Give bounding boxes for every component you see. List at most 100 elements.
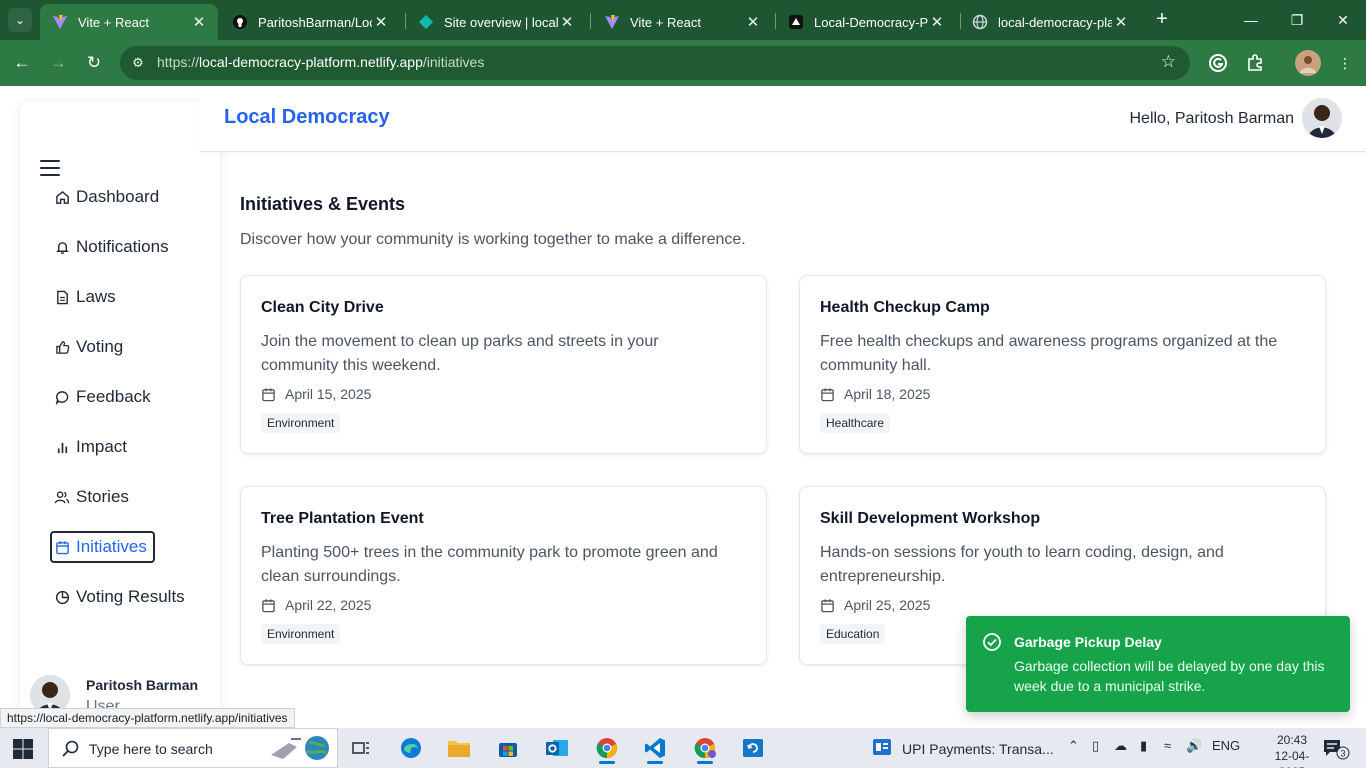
card-description: Free health checkups and awareness progr… (820, 333, 1278, 374)
tab-title: ParitoshBarman/Local (258, 14, 372, 30)
usb-device-icon[interactable]: ▯ (1092, 738, 1099, 754)
taskbar-news-widget[interactable]: UPI Payments: Transa... (872, 738, 1054, 759)
github-icon (232, 14, 248, 30)
wifi-icon[interactable]: ≈ (1164, 738, 1171, 753)
bar-chart-icon (54, 439, 70, 455)
close-tab-icon[interactable]: ✕ (190, 13, 208, 31)
speaker-volume-icon[interactable]: 🔊 (1186, 738, 1202, 754)
url-scheme: https:// (157, 54, 200, 70)
search-highlight-icon (267, 733, 331, 768)
browser-tab[interactable]: Site overview | local-d ✕ (406, 4, 586, 40)
browser-tab[interactable]: Vite + React ✕ (40, 4, 218, 40)
show-hidden-icons-chevron-icon[interactable]: ⌃ (1068, 738, 1079, 754)
browser-tab[interactable]: Local-Democracy-Pla ✕ (776, 4, 956, 40)
card-date-text: April 15, 2025 (285, 386, 372, 402)
clock-date: 12-04-2025 (1274, 749, 1310, 768)
outlook-icon[interactable] (540, 732, 574, 764)
calendar-icon (820, 597, 836, 613)
close-tab-icon[interactable]: ✕ (744, 13, 762, 31)
category-badge: Healthcare (820, 413, 891, 433)
file-explorer-icon[interactable] (442, 732, 476, 764)
notification-count: 3 (1340, 749, 1345, 759)
browser-toolbar: ← → ↻ ⚙ https://local-democracy-platform… (0, 40, 1366, 86)
remote-desktop-icon[interactable] (736, 732, 770, 764)
sidebar-item-dashboard[interactable]: Dashboard (52, 181, 163, 213)
chrome-icon[interactable] (590, 732, 624, 764)
restore-window-icon[interactable]: ❐ (1274, 0, 1320, 40)
chrome-profile-icon[interactable] (688, 732, 722, 764)
card-title: Tree Plantation Event (261, 510, 424, 527)
card-date-text: April 25, 2025 (844, 597, 931, 613)
bookmark-star-icon[interactable]: ☆ (1161, 52, 1176, 72)
sidebar-item-feedback[interactable]: Feedback (52, 381, 155, 413)
extensions-puzzle-icon[interactable] (1242, 50, 1268, 76)
brand-logo-text[interactable]: Local Democracy (224, 106, 390, 129)
category-badge: Environment (261, 413, 341, 433)
close-window-icon[interactable]: ✕ (1320, 0, 1366, 40)
taskbar-clock[interactable]: 20:43 12-04-2025 (1266, 732, 1318, 768)
sidebar-item-notifications[interactable]: Notifications (52, 231, 173, 263)
windows-taskbar: Type here to search UPI Payments: Transa… (0, 728, 1366, 768)
profile-avatar-icon[interactable] (1295, 50, 1321, 76)
toast-notification[interactable]: Garbage Pickup Delay Garbage collection … (966, 616, 1350, 712)
close-tab-icon[interactable]: ✕ (372, 13, 390, 31)
language-indicator[interactable]: ENG (1212, 738, 1240, 753)
battery-icon[interactable]: ▮ (1140, 738, 1147, 754)
home-icon (54, 189, 70, 205)
microsoft-store-icon[interactable] (491, 732, 525, 764)
forward-arrow-icon[interactable]: → (47, 52, 69, 74)
task-view-icon[interactable] (344, 732, 378, 764)
toast-title: Garbage Pickup Delay (1014, 634, 1162, 650)
bell-icon (54, 239, 70, 255)
sidebar-item-label: Feedback (76, 387, 151, 406)
close-tab-icon[interactable]: ✕ (928, 13, 946, 31)
tab-search-menu-icon[interactable]: ⌄ (8, 8, 32, 32)
initiative-card[interactable]: Tree Plantation Event Planting 500+ tree… (240, 486, 767, 665)
vscode-icon[interactable] (638, 732, 672, 764)
card-date: April 15, 2025 (261, 386, 371, 402)
thumbs-up-icon (54, 339, 70, 355)
card-title: Health Checkup Camp (820, 299, 990, 316)
browser-tab[interactable]: local-democracy-platf ✕ (960, 4, 1140, 40)
sidebar-item-label: Initiatives (76, 537, 147, 556)
taskbar-search-box[interactable]: Type here to search (48, 728, 338, 768)
url-host: local-democracy-platform.netlify.app (199, 54, 423, 70)
clock-time: 20:43 (1276, 733, 1308, 747)
browser-tab[interactable]: Vite + React ✕ (592, 4, 772, 40)
notification-center-icon[interactable]: 3 (1322, 738, 1350, 760)
sidebar-item-voting-results[interactable]: Voting Results (52, 581, 189, 613)
news-headline: UPI Payments: Transa... (902, 740, 1054, 757)
close-tab-icon[interactable]: ✕ (1112, 13, 1130, 31)
message-icon (54, 389, 70, 405)
close-tab-icon[interactable]: ✕ (558, 13, 576, 31)
sidebar-item-impact[interactable]: Impact (52, 431, 131, 463)
sidebar-item-stories[interactable]: Stories (52, 481, 133, 513)
reload-icon[interactable]: ↻ (83, 52, 105, 74)
menu-hamburger-icon[interactable] (40, 160, 60, 176)
user-name: Paritosh Barman (86, 677, 199, 693)
browser-tab-bar: ⌄ Vite + React ✕ ParitoshBarman/Local ✕ … (0, 0, 1366, 40)
grammarly-extension-icon[interactable] (1205, 50, 1231, 76)
back-arrow-icon[interactable]: ← (11, 52, 33, 74)
calendar-icon (261, 597, 277, 613)
site-settings-icon[interactable]: ⚙ (128, 53, 148, 73)
new-tab-button[interactable]: + (1150, 8, 1174, 32)
browser-menu-icon[interactable]: ⋮ (1332, 50, 1358, 76)
sidebar-item-laws[interactable]: Laws (52, 281, 120, 313)
initiative-card[interactable]: Clean City Drive Join the movement to cl… (240, 275, 767, 454)
url-text[interactable]: https://local-democracy-platform.netlify… (157, 54, 484, 70)
sidebar-item-initiatives[interactable]: Initiatives (50, 531, 155, 563)
check-circle-icon (982, 632, 1002, 652)
address-bar[interactable]: ⚙ https://local-democracy-platform.netli… (120, 46, 1190, 80)
minimize-window-icon[interactable]: — (1228, 0, 1274, 40)
windows-start-icon[interactable] (12, 738, 34, 760)
globe-icon (972, 14, 988, 30)
avatar[interactable] (1302, 98, 1342, 138)
onedrive-sync-icon[interactable]: ☁ (1114, 738, 1127, 754)
sidebar-item-voting[interactable]: Voting (52, 331, 127, 363)
browser-tab[interactable]: ParitoshBarman/Local ✕ (220, 4, 400, 40)
news-widget-icon (872, 738, 892, 759)
sidebar-item-label: Laws (76, 287, 116, 306)
edge-browser-icon[interactable] (394, 732, 428, 764)
initiative-card[interactable]: Health Checkup Camp Free health checkups… (799, 275, 1326, 454)
